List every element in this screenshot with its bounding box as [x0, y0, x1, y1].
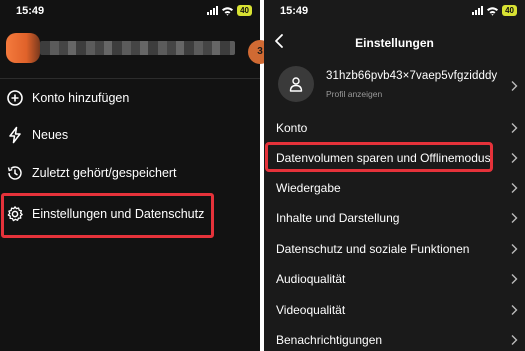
chevron-right-icon	[511, 153, 518, 163]
right-screen: 15:49 40 Einstellungen 31hzb66pvb43×7vae…	[264, 0, 525, 351]
wifi-icon	[222, 6, 234, 16]
highlight-box-settings	[1, 193, 214, 238]
avatar	[278, 66, 314, 102]
signal-icon	[472, 6, 484, 15]
settings-row-label: Wiedergabe	[276, 181, 341, 195]
battery-indicator: 40	[237, 5, 252, 16]
left-screen: 15:49 40 Konto hinzufügen Neues Zuletzt …	[0, 0, 260, 351]
menu-item-label: Konto hinzufügen	[32, 91, 130, 105]
profile-name: 31hzb66pvb43×7vaep5vfgzidddy	[326, 70, 498, 82]
settings-row-label: Datenschutz und soziale Funktionen	[276, 242, 470, 256]
chevron-right-icon	[511, 183, 518, 193]
highlight-box-data-saver	[265, 142, 493, 172]
status-bar: 15:49 40	[0, 0, 260, 24]
history-clock-icon	[7, 166, 22, 180]
status-bar: 15:49 40	[264, 0, 525, 24]
avatar[interactable]	[6, 33, 40, 63]
chevron-right-icon	[511, 335, 518, 345]
chevron-right-icon	[511, 274, 518, 284]
chevron-right-icon	[511, 123, 518, 133]
blurred-account-name	[40, 41, 235, 55]
menu-item-recently-played[interactable]: Zuletzt gehört/gespeichert	[6, 164, 177, 182]
settings-row-label: Inhalte und Darstellung	[276, 211, 400, 225]
settings-row-label: Benachrichtigungen	[276, 333, 383, 347]
menu-item-whats-new[interactable]: Neues	[6, 126, 68, 144]
menu-item-add-account[interactable]: Konto hinzufügen	[6, 89, 129, 107]
menu-item-label: Zuletzt gehört/gespeichert	[32, 166, 177, 180]
plus-circle-icon	[7, 90, 23, 106]
account-header[interactable]	[0, 28, 260, 66]
menu-item-label: Neues	[32, 128, 69, 142]
divider	[0, 78, 260, 79]
settings-row-label: Konto	[276, 121, 308, 135]
status-time: 15:49	[280, 5, 309, 17]
status-time: 15:49	[16, 5, 45, 17]
status-icons: 40	[472, 5, 517, 16]
chevron-right-icon	[511, 305, 518, 315]
chevron-right-icon	[511, 244, 518, 254]
signal-icon	[207, 6, 219, 15]
profile-subtitle: Profil anzeigen	[326, 89, 383, 99]
battery-indicator: 40	[502, 5, 517, 16]
page-title: Einstellungen	[355, 36, 434, 50]
settings-row-label: Audioqualität	[276, 272, 346, 286]
wifi-icon	[487, 6, 499, 16]
status-icons: 40	[207, 5, 252, 16]
chevron-right-icon	[511, 213, 518, 223]
chevron-right-icon	[511, 81, 518, 91]
user-icon	[289, 77, 303, 92]
lightning-icon	[9, 126, 21, 144]
settings-row-label: Videoqualität	[276, 303, 346, 317]
